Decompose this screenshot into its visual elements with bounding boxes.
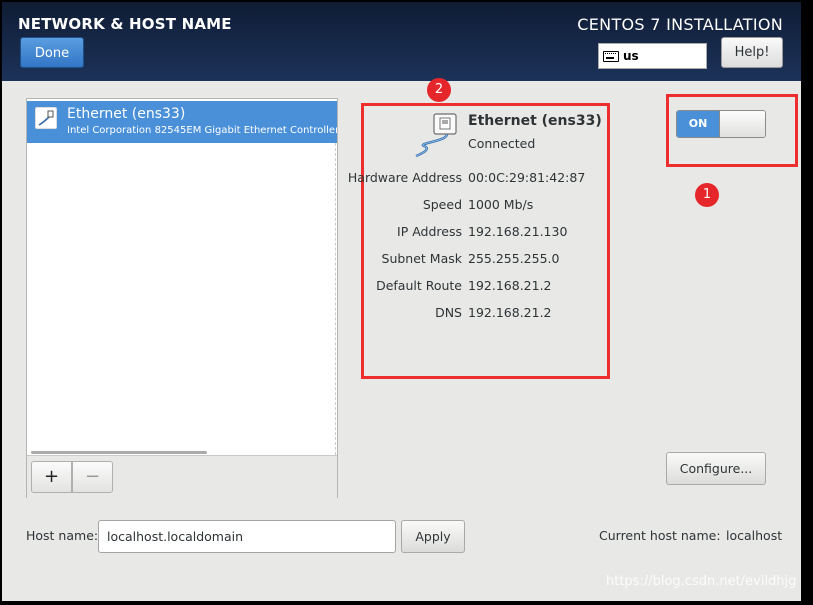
details-status: Connected [468, 136, 536, 151]
speed-label: Speed [422, 197, 462, 212]
configure-button[interactable]: Configure... [666, 452, 766, 485]
dns-value: 192.168.21.2 [468, 305, 552, 320]
wired-network-icon [412, 112, 462, 160]
keyboard-layout-label: us [623, 49, 639, 63]
device-list-item-ens33[interactable]: Ethernet (ens33) Intel Corporation 82545… [27, 101, 337, 143]
subnet-mask-label: Subnet Mask [381, 251, 462, 266]
add-device-button[interactable]: + [31, 461, 72, 493]
subnet-mask-value: 255.255.255.0 [468, 251, 560, 266]
default-route-value: 192.168.21.2 [468, 278, 552, 293]
keyboard-layout-indicator[interactable]: us [598, 43, 707, 69]
device-name: Ethernet (ens33) [67, 106, 186, 122]
install-title: CENTOS 7 INSTALLATION [577, 15, 783, 34]
switch-knob[interactable] [719, 111, 765, 137]
current-host-name-label: Current host name: [599, 528, 721, 543]
dns-label: DNS [435, 305, 462, 320]
device-list: Ethernet (ens33) Intel Corporation 82545… [26, 98, 338, 498]
host-name-input[interactable]: localhost.localdomain [98, 520, 396, 553]
connection-toggle-switch[interactable]: ON [676, 110, 766, 138]
hardware-address-label: Hardware Address [347, 170, 462, 185]
remove-device-button[interactable]: − [72, 461, 113, 493]
details-device-name: Ethernet (ens33) [468, 113, 602, 129]
done-button[interactable]: Done [20, 37, 84, 68]
current-host-name-value: localhost [726, 528, 783, 543]
device-list-toolbar: + − [27, 455, 337, 498]
ethernet-icon [35, 107, 57, 129]
host-name-label: Host name: [26, 528, 99, 543]
page-title: NETWORK & HOST NAME [18, 15, 232, 33]
hardware-address-value: 00:0C:29:81:42:87 [468, 170, 586, 185]
ip-address-value: 192.168.21.130 [468, 224, 568, 239]
horizontal-scrollbar[interactable] [31, 451, 207, 454]
keyboard-icon [603, 51, 619, 62]
default-route-label: Default Route [376, 278, 462, 293]
speed-value: 1000 Mb/s [468, 197, 534, 212]
header-bar: NETWORK & HOST NAME Done CENTOS 7 INSTAL… [2, 2, 801, 81]
annotation-badge-2: 2 [427, 78, 451, 102]
list-divider [335, 143, 336, 455]
help-button[interactable]: Help! [721, 37, 783, 68]
apply-button[interactable]: Apply [401, 520, 465, 553]
watermark: https://blog.csdn.net/evildhjg [606, 574, 797, 589]
window: NETWORK & HOST NAME Done CENTOS 7 INSTAL… [2, 2, 801, 601]
switch-on-label: ON [677, 111, 719, 137]
annotation-badge-1: 1 [695, 183, 719, 207]
ip-address-label: IP Address [397, 224, 462, 239]
device-description: Intel Corporation 82545EM Gigabit Ethern… [67, 125, 337, 136]
